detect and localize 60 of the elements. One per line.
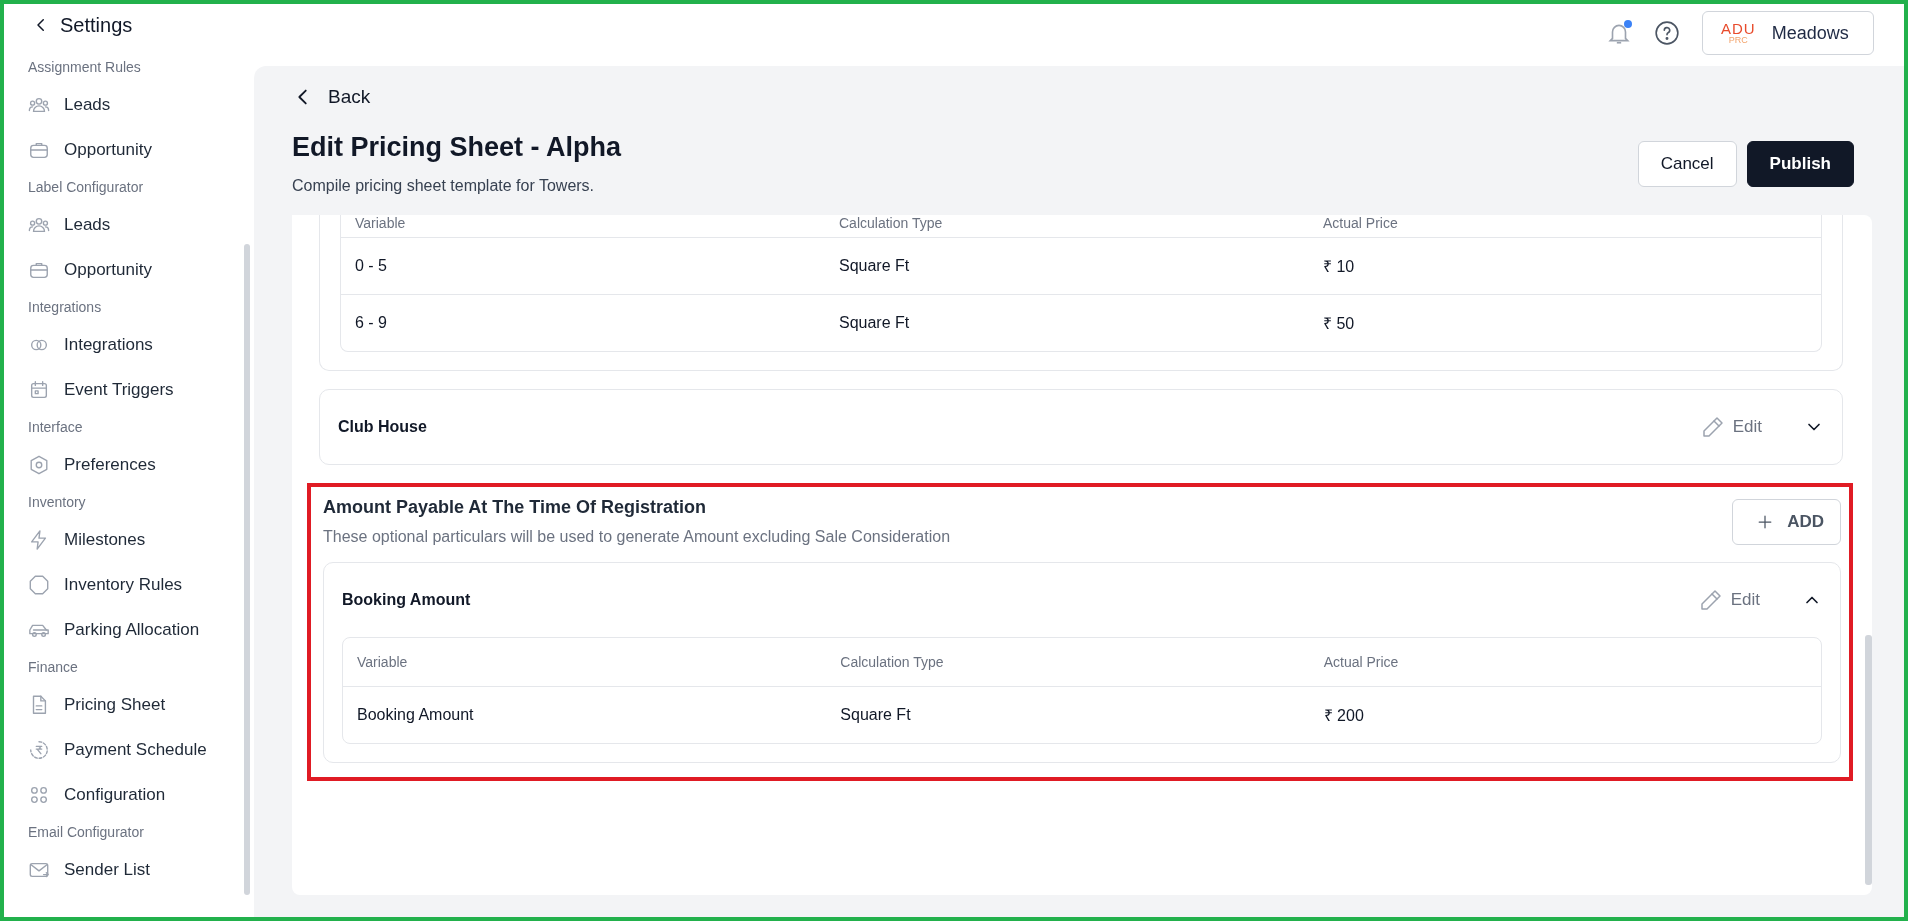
table-cell-text: ₹ 50 (1323, 314, 1356, 334)
sidebar-item[interactable]: Event Triggers (28, 367, 244, 412)
scrollbar[interactable] (1865, 635, 1872, 885)
table-cell-text: 0 - 5 (355, 257, 388, 275)
back-button[interactable]: Back (292, 82, 371, 112)
sidebar-item[interactable]: Opportunity (28, 247, 244, 292)
sidebar-section-label: Label Configurator (28, 178, 145, 197)
card-title: Club House (338, 418, 428, 436)
sidebar-item[interactable]: Preferences (28, 442, 244, 487)
publish-button[interactable]: Publish (1746, 141, 1854, 187)
table-cell-text: ₹ 10 (1323, 257, 1356, 277)
edit-button[interactable]: Edit (1698, 588, 1760, 612)
add-button[interactable]: ADD (1732, 498, 1841, 545)
table-cell-text: Square Ft (840, 706, 912, 724)
sidebar-section-label: Finance (28, 658, 79, 677)
sidebar-section-label: Interface (28, 418, 84, 437)
column-header: Variable (355, 215, 407, 231)
notification-icon[interactable] (1606, 20, 1632, 46)
sidebar-section-label: Assignment Rules (28, 58, 142, 77)
section-title: Amount Payable At The Time Of Registration (323, 497, 708, 518)
sidebar-item[interactable]: Configuration (28, 772, 244, 817)
calendar-icon (28, 378, 50, 401)
octagon-icon (28, 573, 50, 596)
column-header: Actual Price (1323, 654, 1400, 670)
pencil-icon (1700, 415, 1725, 439)
hexagon-icon (28, 453, 50, 476)
table-cell-text: Booking Amount (357, 706, 475, 724)
column-header: Actual Price (1323, 215, 1399, 231)
sidebar-item[interactable]: Opportunity (28, 127, 244, 172)
sidebar-section-label: Inventory (28, 493, 87, 512)
table-cell-text: ₹ 200 (1323, 706, 1365, 726)
edit-button[interactable]: Edit (1700, 415, 1762, 439)
sidebar-item[interactable]: Payment Schedule (28, 727, 244, 772)
account-dropdown[interactable]: ADU PRC Meadows (1702, 11, 1874, 55)
sidebar-item[interactable]: Integrations (28, 322, 244, 367)
column-header: Variable (357, 654, 409, 670)
sidebar-item[interactable]: Parking Allocation (28, 607, 244, 652)
table-cell-text: Square Ft (839, 257, 911, 275)
table-cell-text: Square Ft (839, 314, 911, 332)
table-cell-text: 6 - 9 (355, 314, 388, 332)
sidebar-section-label: Email Configurator (28, 823, 145, 842)
page-title: Edit Pricing Sheet - Alpha (292, 132, 622, 163)
section-description: These optional particulars will be used to generate Amount excluding Sale Consideration (323, 528, 951, 546)
help-icon (1654, 20, 1680, 46)
sidebar-item[interactable]: Pricing Sheet (28, 682, 244, 727)
page-subtitle: Compile pricing sheet template for Towers. (292, 177, 596, 195)
column-header: Calculation Type (840, 654, 945, 670)
pencil-icon (1698, 588, 1723, 612)
settings-back-button[interactable]: Settings (28, 12, 244, 38)
sidebar-item[interactable]: Milestones (28, 517, 244, 562)
sidebar-item[interactable]: Sender List (28, 847, 244, 892)
rupee-circle-icon (28, 738, 50, 761)
cancel-button[interactable]: Cancel (1637, 141, 1737, 187)
sidebar-item[interactable]: Leads (28, 82, 244, 127)
sidebar-item[interactable]: Leads (28, 202, 244, 247)
card-title: Booking Amount (342, 591, 472, 609)
sidebar-section-label: Integrations (28, 298, 103, 317)
column-header: Calculation Type (839, 215, 944, 231)
sidebar-item[interactable]: Inventory Rules (28, 562, 244, 607)
scrollbar[interactable] (244, 244, 250, 895)
